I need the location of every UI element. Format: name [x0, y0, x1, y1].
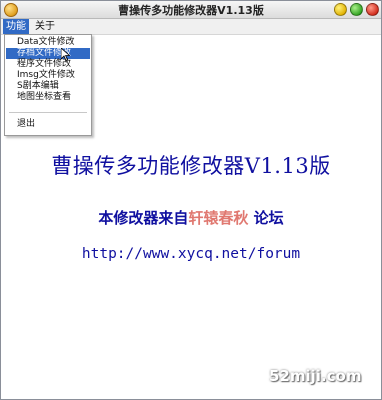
mouse-cursor-icon [61, 48, 70, 61]
window-title: 曹操传多功能修改器V1.13版 [118, 4, 264, 17]
menu-item-exit[interactable]: 退出 [6, 119, 90, 130]
menu-item-map-coords[interactable]: 地图坐标查看 [6, 92, 90, 103]
watermark: 52miji.com [269, 367, 362, 385]
menu-function[interactable]: 功能 [3, 19, 29, 34]
menu-item-script-edit[interactable]: S剧本编辑 [6, 81, 90, 92]
maximize-button[interactable] [350, 3, 363, 16]
close-button[interactable] [366, 3, 379, 16]
menu-bar: 功能 关于 [1, 19, 381, 35]
forum-prefix: 本修改器来自 [98, 209, 189, 227]
menu-separator [9, 112, 87, 113]
menu-item-imsg-edit[interactable]: Imsg文件修改 [6, 70, 90, 81]
forum-brand: 轩辕春秋 [188, 209, 249, 227]
main-title: 曹操传多功能修改器V1.13版 [51, 154, 331, 178]
menu-item-data-edit[interactable]: Data文件修改 [6, 37, 90, 48]
function-dropdown-menu: Data文件修改 存档文件修改 程序文件修改 Imsg文件修改 S剧本编辑 地图… [4, 34, 92, 136]
forum-suffix: 论坛 [253, 209, 284, 227]
title-bar[interactable]: 曹操传多功能修改器V1.13版 [1, 1, 381, 19]
minimize-button[interactable] [334, 3, 347, 16]
menu-item-save-edit[interactable]: 存档文件修改 [6, 48, 90, 59]
main-window: 曹操传多功能修改器V1.13版 功能 关于 曹操传多功能修改器V1.13版 本修… [0, 0, 382, 400]
menu-item-program-edit[interactable]: 程序文件修改 [6, 59, 90, 70]
menu-about[interactable]: 关于 [32, 19, 58, 34]
forum-url: http://www.xycq.net/forum [81, 246, 301, 262]
forum-credit: 本修改器来自轩辕春秋 论坛 [1, 207, 381, 228]
